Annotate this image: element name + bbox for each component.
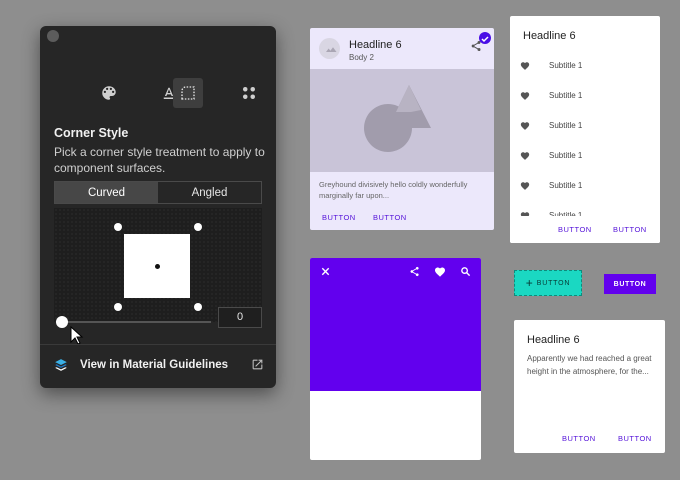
mouse-pointer-icon bbox=[70, 326, 84, 345]
heart-icon[interactable] bbox=[520, 151, 530, 161]
list-item[interactable]: Subtitle 1 bbox=[510, 178, 660, 194]
card-headline: Headline 6 bbox=[349, 39, 402, 51]
close-icon[interactable] bbox=[320, 266, 331, 277]
text-card-button-2[interactable]: BUTTON bbox=[618, 434, 652, 443]
list-button-1[interactable]: BUTTON bbox=[558, 225, 592, 234]
avatar bbox=[319, 38, 340, 59]
selected-check-badge bbox=[479, 32, 491, 44]
list-item-label: Subtitle 1 bbox=[549, 61, 583, 70]
corner-handle-top-right[interactable] bbox=[194, 223, 202, 231]
preview-center-point bbox=[155, 264, 160, 269]
check-icon bbox=[481, 36, 489, 43]
extended-fab[interactable]: + BUTTON bbox=[514, 270, 582, 296]
window-close-dot[interactable] bbox=[47, 30, 59, 42]
text-card-headline: Headline 6 bbox=[527, 334, 580, 346]
corner-handle-top-left[interactable] bbox=[114, 223, 122, 231]
text-card-button-1[interactable]: BUTTON bbox=[562, 434, 596, 443]
segment-angled[interactable]: Angled bbox=[158, 182, 261, 203]
corner-preview bbox=[54, 208, 262, 322]
corner-style-toggle: Curved Angled bbox=[54, 181, 262, 204]
material-stack-icon bbox=[55, 359, 67, 371]
app-bar-card bbox=[310, 258, 481, 460]
card-button-1[interactable]: BUTTON bbox=[322, 213, 356, 222]
list-item[interactable]: Subtitle 1 bbox=[510, 58, 660, 74]
heart-icon[interactable] bbox=[520, 181, 530, 191]
guidelines-label: View in Material Guidelines bbox=[80, 359, 229, 371]
panel-title: Corner Style bbox=[54, 126, 129, 140]
image-placeholder-icon bbox=[326, 47, 337, 52]
list-item-label: Subtitle 1 bbox=[549, 91, 583, 100]
media-card: Headline 6 Body 2 Greyhound divisively h… bbox=[310, 28, 494, 230]
list-item[interactable]: Subtitle 1 bbox=[510, 148, 660, 164]
list-item[interactable]: Subtitle 1 bbox=[510, 118, 660, 134]
list-headline: Headline 6 bbox=[523, 30, 576, 42]
list-card: Headline 6 Subtitle 1 Subtitle 1 Subtitl… bbox=[510, 16, 660, 243]
card-subhead: Body 2 bbox=[349, 53, 374, 62]
corner-style-icon bbox=[181, 86, 195, 100]
corner-size-input[interactable]: 0 bbox=[218, 307, 262, 328]
list-item[interactable]: Subtitle 1 bbox=[510, 88, 660, 104]
tool-shape[interactable] bbox=[173, 78, 203, 108]
tool-color[interactable] bbox=[94, 78, 124, 108]
slider-thumb[interactable] bbox=[56, 316, 68, 328]
card-supporting-text: Greyhound divisively hello coldly wonder… bbox=[319, 180, 468, 200]
material-theme-panel: Corner Style Pick a corner style treatme… bbox=[40, 26, 276, 388]
share-icon[interactable] bbox=[409, 266, 420, 277]
tool-components[interactable] bbox=[234, 78, 264, 108]
list-item-label: Subtitle 1 bbox=[549, 181, 583, 190]
open-external-icon[interactable] bbox=[251, 358, 264, 371]
palette-icon bbox=[102, 86, 116, 100]
guidelines-link[interactable]: View in Material Guidelines bbox=[54, 356, 264, 374]
list-button-2[interactable]: BUTTON bbox=[613, 225, 647, 234]
shapes-illustration bbox=[364, 85, 431, 152]
text-card: Headline 6 Apparently we had reached a g… bbox=[514, 320, 665, 453]
search-icon[interactable] bbox=[460, 266, 471, 277]
text-card-body: Apparently we had reached a great height… bbox=[527, 354, 652, 376]
heart-icon[interactable] bbox=[520, 91, 530, 101]
card-button-2[interactable]: BUTTON bbox=[373, 213, 407, 222]
heart-icon[interactable] bbox=[520, 121, 530, 131]
fab-label: BUTTON bbox=[536, 279, 571, 287]
grid-dots-icon bbox=[243, 87, 255, 99]
corner-handle-bottom-right[interactable] bbox=[194, 303, 202, 311]
heart-icon[interactable] bbox=[434, 266, 446, 278]
slider-track bbox=[56, 321, 211, 323]
corner-handle-bottom-left[interactable] bbox=[114, 303, 122, 311]
list-item-label: Subtitle 1 bbox=[549, 151, 583, 160]
top-app-bar bbox=[310, 258, 481, 391]
panel-divider bbox=[40, 344, 276, 345]
panel-toolbar bbox=[40, 78, 276, 108]
panel-description: Pick a corner style treatment to apply t… bbox=[54, 145, 265, 175]
heart-icon[interactable] bbox=[520, 61, 530, 71]
list-item-label: Subtitle 1 bbox=[549, 121, 583, 130]
contained-button[interactable]: BUTTON bbox=[604, 274, 656, 294]
segment-curved[interactable]: Curved bbox=[55, 182, 158, 203]
card-media bbox=[310, 69, 494, 172]
plus-icon: + bbox=[525, 276, 533, 290]
